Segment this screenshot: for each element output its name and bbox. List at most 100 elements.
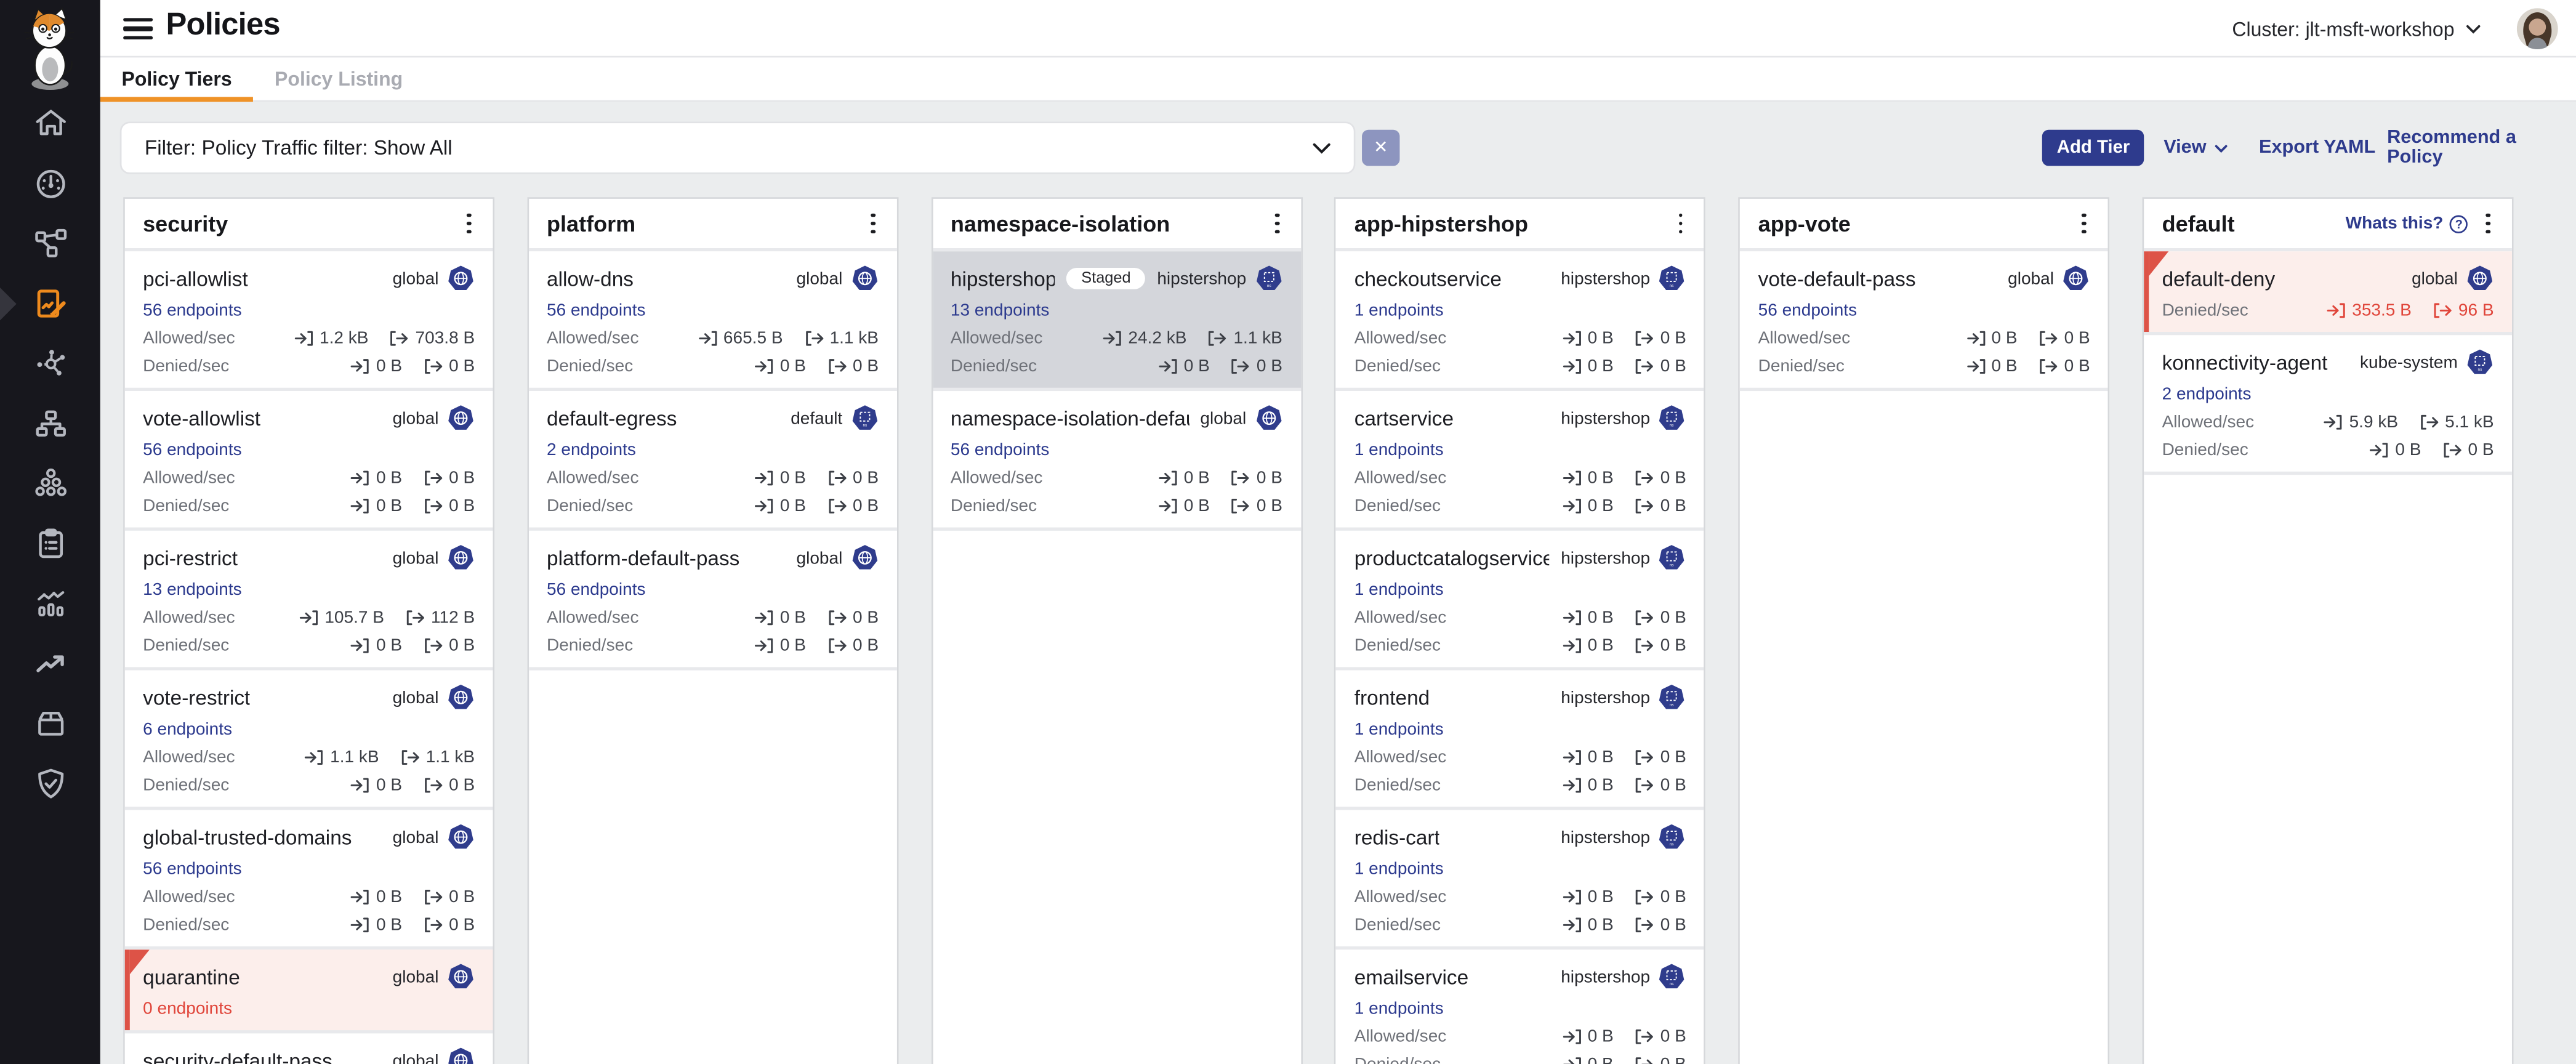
endpoints-link[interactable]: 56 endpoints: [547, 300, 645, 320]
denied-label: Denied/sec: [547, 357, 633, 376]
service-graph-icon: [32, 225, 68, 262]
sidebar-item-policies[interactable]: [32, 285, 68, 321]
add-tier-button[interactable]: Add Tier: [2042, 130, 2145, 166]
policy-card[interactable]: checkoutservice hipstershop ns 1 endpoin…: [1336, 251, 1704, 391]
policy-card[interactable]: default-egress default ns 2 endpoints Al…: [529, 391, 897, 531]
sidebar-item-home[interactable]: [32, 105, 68, 142]
policy-card[interactable]: security-default-pass global: [125, 1033, 493, 1064]
endpoints-link[interactable]: 56 endpoints: [1758, 300, 1857, 320]
tab-label: Policy Listing: [275, 67, 403, 90]
tier-menu-button[interactable]: [1271, 208, 1282, 239]
sidebar-item-trends[interactable]: [32, 645, 68, 681]
whats-this-link[interactable]: Whats this? ?: [2346, 214, 2468, 233]
hamburger-menu-icon[interactable]: [123, 18, 153, 39]
endpoints-link[interactable]: 56 endpoints: [143, 300, 241, 320]
export-yaml-button[interactable]: Export YAML: [2259, 130, 2375, 166]
egress-arrow-icon: [1635, 1057, 1654, 1064]
global-scope-icon: [447, 544, 475, 571]
policy-card[interactable]: pci-restrict global 13 endpoints Allowed…: [125, 531, 493, 671]
endpoints-link[interactable]: 56 endpoints: [951, 440, 1049, 460]
policy-filter-dropdown[interactable]: Filter: Policy Traffic filter: Show All: [120, 121, 1356, 174]
policy-card[interactable]: productcatalogservice hipstershop ns 1 e…: [1336, 531, 1704, 671]
denied-out-value: 0 B: [853, 357, 879, 376]
endpoints-link[interactable]: 1 endpoints: [1354, 300, 1444, 320]
sidebar-item-compliance[interactable]: [32, 525, 68, 562]
tier-menu-button[interactable]: [867, 208, 879, 239]
policy-card[interactable]: vote-restrict global 6 endpoints Allowed…: [125, 671, 493, 810]
namespace-scope-icon: ns: [851, 404, 879, 432]
tab-policy-listing[interactable]: Policy Listing: [253, 57, 424, 100]
allowed-in-value: 0 B: [1588, 1027, 1614, 1047]
endpoints-link[interactable]: 56 endpoints: [143, 440, 241, 460]
tier-menu-button[interactable]: [2079, 208, 2090, 239]
calico-cat-logo: [15, 7, 86, 92]
policy-card[interactable]: global-trusted-domains global 56 endpoin…: [125, 810, 493, 950]
egress-arrow-icon: [827, 470, 847, 486]
endpoints-link[interactable]: 13 endpoints: [143, 580, 241, 600]
endpoints-link[interactable]: 1 endpoints: [1354, 440, 1444, 460]
endpoints-link[interactable]: 1 endpoints: [1354, 999, 1444, 1018]
tab-policy-tiers[interactable]: Policy Tiers: [100, 57, 254, 100]
policy-card[interactable]: quarantine global 0 endpoints: [125, 949, 493, 1033]
tier-menu-button[interactable]: [1675, 208, 1686, 239]
scope-group: hipstershop ns: [1561, 544, 1686, 571]
endpoints-link[interactable]: 56 endpoints: [547, 580, 645, 600]
scope-group: hipstershop ns: [1561, 823, 1686, 851]
view-button[interactable]: View: [2163, 130, 2228, 166]
policy-card[interactable]: pci-allowlist global 56 endpoints Allowe…: [125, 251, 493, 391]
svg-text:ns: ns: [1670, 563, 1675, 568]
ingress-arrow-icon: [1562, 470, 1582, 486]
policy-card[interactable]: cartservice hipstershop ns 1 endpoints A…: [1336, 391, 1704, 531]
tier-cards: allow-dns global 56 endpoints Allowed/se…: [529, 251, 897, 670]
policy-card[interactable]: vote-allowlist global 56 endpoints Allow…: [125, 391, 493, 531]
sidebar-item-packages[interactable]: [32, 705, 68, 741]
policy-card[interactable]: konnectivity-agent kube-system ns 2 endp…: [2144, 335, 2512, 475]
sidebar-item-dashboard[interactable]: [32, 165, 68, 201]
denied-label: Denied/sec: [547, 636, 633, 656]
ingress-arrow-icon: [1562, 358, 1582, 375]
sidebar-item-threat-defense[interactable]: [32, 765, 68, 801]
policy-card[interactable]: emailservice hipstershop ns 1 endpoints …: [1336, 949, 1704, 1064]
endpoints-link[interactable]: 1 endpoints: [1354, 860, 1444, 879]
sidebar-item-endpoints[interactable]: [32, 465, 68, 501]
user-avatar[interactable]: [2517, 8, 2558, 49]
sidebar-item-service-graph[interactable]: [32, 225, 68, 262]
policy-card[interactable]: namespace-isolation-default-p… global 56…: [933, 391, 1301, 531]
endpoints-link[interactable]: 0 endpoints: [143, 999, 232, 1018]
policy-card[interactable]: vote-default-pass global 56 endpoints Al…: [1740, 251, 2108, 391]
policy-card[interactable]: allow-dns global 56 endpoints Allowed/se…: [529, 251, 897, 391]
policy-card[interactable]: hipstershop-gh… Staged hipstershop ns 13…: [933, 251, 1301, 391]
allowed-in-value: 5.9 kB: [2349, 413, 2398, 432]
sidebar-item-flow-visualizations[interactable]: [32, 345, 68, 381]
policy-card[interactable]: frontend hipstershop ns 1 endpoints Allo…: [1336, 671, 1704, 810]
sidebar-item-network-topology[interactable]: [32, 405, 68, 441]
cluster-selector[interactable]: Cluster: jlt-msft-workshop: [2232, 0, 2481, 57]
recommend-policy-button[interactable]: Recommend a Policy: [2387, 130, 2576, 166]
sidebar-nav: [0, 105, 100, 801]
endpoints-link[interactable]: 6 endpoints: [143, 720, 232, 740]
policy-name: konnectivity-agent: [2162, 351, 2328, 374]
egress-arrow-icon: [1635, 917, 1654, 933]
endpoints-link[interactable]: 2 endpoints: [547, 440, 636, 460]
tier-menu-button[interactable]: [464, 208, 475, 239]
endpoints-link[interactable]: 1 endpoints: [1354, 720, 1444, 740]
endpoints-link[interactable]: 2 endpoints: [2162, 384, 2252, 404]
policy-card[interactable]: redis-cart hipstershop ns 1 endpoints Al…: [1336, 810, 1704, 950]
endpoints-link[interactable]: 13 endpoints: [951, 300, 1049, 320]
allowed-per-sec-row: Allowed/sec 105.7 B 112 B: [143, 608, 475, 627]
sidebar-item-metrics[interactable]: [32, 585, 68, 621]
tier-menu-button[interactable]: [2482, 208, 2493, 239]
denied-label: Denied/sec: [1354, 1055, 1441, 1064]
denied-out-value: 0 B: [1660, 775, 1686, 795]
policy-card[interactable]: platform-default-pass global 56 endpoint…: [529, 531, 897, 671]
allowed-out-value: 0 B: [449, 887, 475, 907]
ingress-arrow-icon: [294, 330, 314, 347]
denied-per-sec-row: Denied/sec 0 B 0 B: [951, 357, 1282, 376]
policy-card[interactable]: default-deny global Denied/sec 353.5 B 9…: [2144, 251, 2512, 335]
clear-filter-button[interactable]: ✕: [1362, 130, 1399, 166]
allowed-label: Allowed/sec: [951, 329, 1043, 349]
denied-in-value: 0 B: [1184, 496, 1210, 516]
endpoints-link[interactable]: 1 endpoints: [1354, 580, 1444, 600]
denied-per-sec-row: Denied/sec 0 B 0 B: [1354, 357, 1686, 376]
endpoints-link[interactable]: 56 endpoints: [143, 860, 241, 879]
